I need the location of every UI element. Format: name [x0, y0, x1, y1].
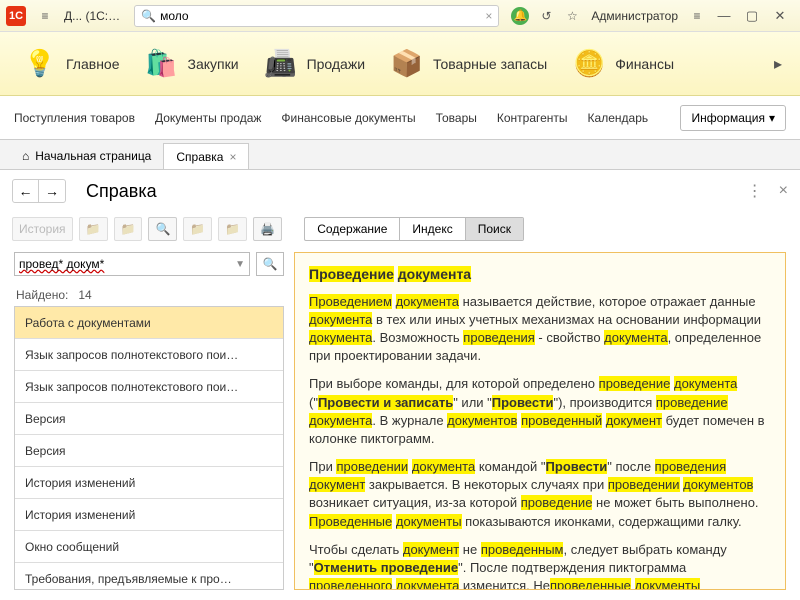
list-item[interactable]: Версия [15, 403, 283, 435]
nav-finance[interactable]: 🪙Финансы [559, 32, 686, 95]
folder-btn-2[interactable] [114, 217, 143, 241]
nav-back-forward: ← → [12, 179, 66, 203]
close-button[interactable]: ✕ [766, 5, 794, 27]
tab-home[interactable]: ⌂Начальная страница [10, 143, 163, 169]
dropdown-icon[interactable]: ▼ [235, 259, 245, 270]
global-search[interactable]: 🔍 × [134, 5, 499, 27]
seg-index[interactable]: Индекс [400, 218, 465, 240]
nav-more-icon[interactable]: ▸ [766, 54, 790, 74]
list-item[interactable]: Язык запросов полнотекстового пои… [15, 371, 283, 403]
search-button[interactable]: 🔍 [256, 252, 284, 276]
app-logo: 1С [6, 6, 26, 26]
doc-title: Проведение документа [309, 265, 771, 285]
list-item[interactable]: Работа с документами [15, 307, 283, 339]
list-item[interactable]: История изменений [15, 499, 283, 531]
home-icon: ⌂ [22, 149, 29, 163]
more-icon[interactable]: ⋮ [747, 181, 763, 201]
seg-contents[interactable]: Содержание [305, 218, 400, 240]
nav-main[interactable]: 💡Главное [10, 32, 132, 95]
list-item[interactable]: Требования, предъявляемые к про… [15, 563, 283, 590]
sub-link[interactable]: Товары [436, 111, 477, 125]
app-title: Д... (1C:… [64, 9, 120, 23]
nav-sales[interactable]: 📠Продажи [251, 32, 377, 95]
tab-close-icon[interactable]: × [229, 150, 236, 164]
search-doc-button[interactable]: 🔍 [148, 217, 177, 241]
forward-button[interactable]: → [39, 180, 65, 202]
info-button[interactable]: Информация▾ [680, 105, 786, 131]
nav-purchases[interactable]: 🛍️Закупки [132, 32, 251, 95]
seg-search[interactable]: Поиск [466, 218, 523, 240]
sub-nav: Поступления товаров Документы продаж Фин… [0, 96, 800, 140]
back-button[interactable]: ← [13, 180, 39, 202]
clear-icon[interactable]: × [485, 9, 492, 23]
close-icon[interactable]: × [779, 182, 788, 200]
list-item[interactable]: Окно сообщений [15, 531, 283, 563]
nav-stock[interactable]: 📦Товарные запасы [377, 32, 559, 95]
help-search-input[interactable]: провед* докум* ▼ [14, 252, 250, 276]
maximize-button[interactable]: ▢ [738, 5, 766, 27]
results-list: Работа с документами Язык запросов полно… [14, 306, 284, 590]
bell-icon[interactable]: 🔔 [509, 5, 531, 27]
print-button[interactable]: 🖨️ [253, 217, 282, 241]
folder-btn-1[interactable] [79, 217, 108, 241]
global-search-input[interactable] [160, 9, 485, 23]
sub-link[interactable]: Контрагенты [497, 111, 568, 125]
main-nav: 💡Главное 🛍️Закупки 📠Продажи 📦Товарные за… [0, 32, 800, 96]
found-label: Найдено:14 [16, 288, 284, 302]
list-item[interactable]: Версия [15, 435, 283, 467]
folder-btn-4[interactable] [218, 217, 247, 241]
star-icon[interactable]: ☆ [561, 5, 583, 27]
folder-btn-3[interactable] [183, 217, 212, 241]
user-label: Администратор [591, 9, 678, 23]
list-item[interactable]: Язык запросов полнотекстового пои… [15, 339, 283, 371]
help-document: Проведение документа Проведением докумен… [294, 252, 786, 590]
sub-link[interactable]: Финансовые документы [281, 111, 415, 125]
page-title: Справка [86, 181, 157, 202]
list-item[interactable]: История изменений [15, 467, 283, 499]
tab-help[interactable]: Справка× [163, 143, 249, 169]
history-icon[interactable]: ↺ [535, 5, 557, 27]
menu-icon[interactable]: ≡ [34, 5, 56, 27]
settings-icon[interactable]: ≡ [686, 5, 708, 27]
minimize-button[interactable]: — [710, 5, 738, 27]
sub-link[interactable]: Документы продаж [155, 111, 261, 125]
search-icon: 🔍 [141, 9, 156, 23]
sub-link[interactable]: Календарь [588, 111, 649, 125]
history-button[interactable]: История [12, 217, 73, 241]
sub-link[interactable]: Поступления товаров [14, 111, 135, 125]
